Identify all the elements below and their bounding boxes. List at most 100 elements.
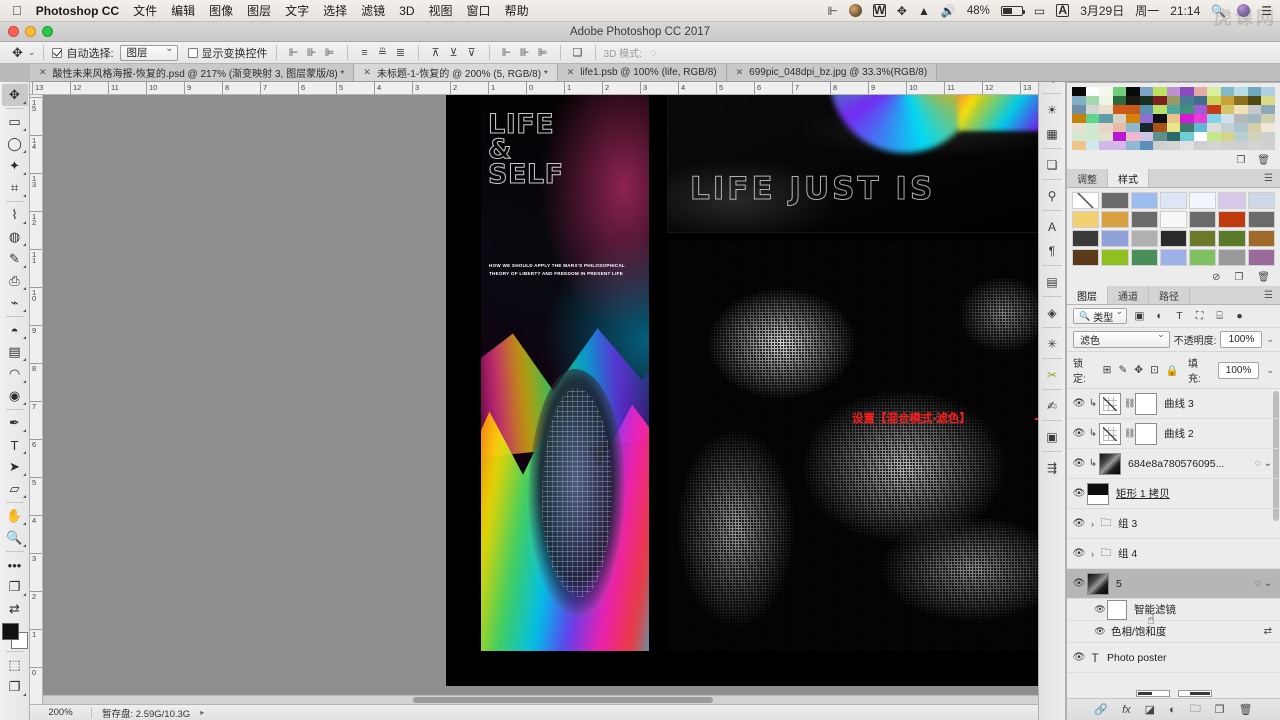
menu-help[interactable]: 帮助 <box>505 2 529 19</box>
color-swatch[interactable] <box>1099 132 1113 141</box>
color-swatch[interactable] <box>1234 114 1248 123</box>
color-swatch[interactable] <box>1085 114 1100 123</box>
color-swatch[interactable] <box>1234 87 1248 96</box>
color-swatch[interactable] <box>1180 132 1194 141</box>
layer-filter-kind-dropdown[interactable]: 🔍 类型 <box>1073 306 1127 324</box>
shape-tool[interactable]: ▱ <box>2 478 28 500</box>
fx-icon[interactable]: fx <box>1122 704 1131 716</box>
lock-artboard-icon[interactable]: ⊡ <box>1150 364 1159 376</box>
color-swatch[interactable] <box>1261 132 1275 141</box>
mask-link-icon[interactable]: ⛓ <box>1124 398 1135 409</box>
poster-left-artwork[interactable]: LIFE & SELF HOW WE SHOULD APPLY THE MARX… <box>481 95 649 651</box>
eyedropper-tool[interactable]: ⌇ <box>2 204 28 226</box>
color-swatch[interactable] <box>1153 105 1167 114</box>
color-swatch[interactable] <box>1153 132 1167 141</box>
document-tab[interactable]: ✕ 酸性未来风格海报-恢复的.psd @ 217% (渐变映射 3, 图层蒙版/… <box>30 64 355 81</box>
crop-tool[interactable]: ⌗ <box>2 177 28 199</box>
color-swatch[interactable] <box>1166 105 1181 114</box>
status-menu-chevron-icon[interactable]: ▸ <box>200 708 204 717</box>
swap-colors-icon[interactable]: ⇄ <box>2 598 28 620</box>
color-swatch[interactable] <box>1193 123 1208 132</box>
color-swatch[interactable] <box>1126 96 1140 105</box>
zoom-tool[interactable]: 🔍 <box>2 527 28 549</box>
color-swatch[interactable] <box>1153 87 1167 96</box>
clone-stamp-tool[interactable]: ⎙ <box>2 270 28 292</box>
canvas-horizontal-scrollbar[interactable] <box>43 695 1066 704</box>
document-tab[interactable]: ✕ life1.psb @ 100% (life, RGB/8) <box>557 64 727 81</box>
style-preset[interactable] <box>1101 192 1129 209</box>
layer-sub-row[interactable]: 👁 智能滤镜 <box>1067 599 1280 621</box>
distribute-bottom-icon[interactable]: ⊽ <box>464 45 480 61</box>
layer-visibility-icon[interactable]: 👁 <box>1071 652 1087 663</box>
new-style-icon[interactable]: ❐ <box>1234 272 1243 283</box>
distribute-horizontal-center-icon[interactable]: ⊪ <box>517 45 533 61</box>
character-rail-icon[interactable]: A <box>1040 215 1064 238</box>
color-swatch[interactable] <box>1193 96 1208 105</box>
color-swatch[interactable] <box>1207 132 1221 141</box>
shape-filter-icon[interactable]: ⛶ <box>1192 309 1207 324</box>
color-swatch[interactable] <box>1072 114 1086 123</box>
wechat-badge-icon[interactable]: W <box>872 4 886 17</box>
properties-rail-icon[interactable]: ⚲ <box>1040 184 1064 207</box>
layer-visibility-icon[interactable]: 👁 <box>1071 398 1087 409</box>
menu-edit[interactable]: 编辑 <box>171 2 195 19</box>
style-preset[interactable] <box>1101 211 1129 228</box>
color-swatch[interactable] <box>1193 87 1208 96</box>
style-preset[interactable] <box>1159 249 1188 266</box>
brushes-rail-icon[interactable]: ✍ <box>1040 394 1064 417</box>
auto-align-layers-icon[interactable]: ❑ <box>570 45 586 61</box>
quick-mask-icon[interactable]: ⬚ <box>2 654 28 676</box>
color-swatch[interactable] <box>1220 87 1235 96</box>
color-swatch[interactable] <box>1261 87 1275 96</box>
color-swatch[interactable] <box>1085 123 1100 132</box>
align-vertical-centers-icon[interactable]: ≞ <box>375 45 391 61</box>
color-swatch[interactable] <box>1126 141 1140 150</box>
color-swatch[interactable] <box>1126 87 1140 96</box>
link-layers-icon[interactable]: 🔗 <box>1094 703 1108 716</box>
color-swatch[interactable] <box>1207 123 1221 132</box>
distribute-right-icon[interactable]: ⊫ <box>535 45 551 61</box>
layer-thumbnail[interactable] <box>1099 452 1121 475</box>
hand-tool[interactable]: ✋ <box>2 505 28 527</box>
show-transform-checkbox-box[interactable] <box>187 47 198 58</box>
color-swatch[interactable] <box>1153 141 1167 150</box>
style-preset[interactable] <box>1247 211 1275 228</box>
color-swatch[interactable] <box>1247 105 1262 114</box>
style-preset[interactable] <box>1159 211 1188 228</box>
new-group-icon[interactable]: 🗀 <box>1190 700 1201 719</box>
color-swatch[interactable] <box>1072 87 1086 96</box>
color-swatch[interactable] <box>1166 141 1181 150</box>
opacity-chevron-icon[interactable]: ⌄ <box>1266 334 1274 345</box>
new-layer-icon[interactable]: ❐ <box>1215 703 1225 716</box>
color-swatch[interactable] <box>1112 123 1127 132</box>
align-top-edges-icon[interactable]: ≡ <box>357 45 373 61</box>
color-swatch[interactable] <box>1261 114 1275 123</box>
canvas-area[interactable]: LIFE & SELF HOW WE SHOULD APPLY THE MARX… <box>43 95 1066 704</box>
group-expand-chevron-icon[interactable]: › <box>1087 519 1098 529</box>
layer-visibility-icon[interactable]: 👁 <box>1093 604 1107 615</box>
lasso-tool[interactable]: ◯ <box>2 133 28 155</box>
color-swatch[interactable] <box>1112 141 1127 150</box>
history-brush-tool[interactable]: ⌁ <box>2 292 28 314</box>
brush-tool[interactable]: ✎ <box>2 248 28 270</box>
screen-mode-icon[interactable]: ❐ <box>2 676 28 698</box>
edit-toolbar[interactable]: ❐ <box>2 576 28 598</box>
style-preset[interactable] <box>1218 192 1246 209</box>
lock-all-icon[interactable]: 🔒 <box>1166 364 1179 377</box>
color-swatch[interactable] <box>1234 141 1248 150</box>
poster-bottom-right-artwork[interactable] <box>667 241 1049 651</box>
color-swatch[interactable] <box>1193 105 1208 114</box>
document-tab[interactable]: ✕ 699pic_048dpi_bz.jpg @ 33.3%(RGB/8) <box>726 64 938 81</box>
style-preset[interactable] <box>1218 249 1246 266</box>
color-swatch[interactable] <box>1126 105 1140 114</box>
notification-center-icon[interactable]: ☰ <box>1261 4 1272 18</box>
layer-row[interactable]: 👁 5 ◌ ⌄ <box>1067 569 1280 599</box>
layer-visibility-icon[interactable]: 👁 <box>1071 578 1087 589</box>
layer-comps-rail-icon[interactable]: ❏ <box>1040 153 1064 176</box>
color-swatch[interactable] <box>1261 141 1275 150</box>
mini-slider-a[interactable] <box>1135 689 1170 697</box>
smart-object-badge-icon[interactable]: ◌ ⌄ <box>1255 458 1276 469</box>
color-swatch[interactable] <box>1180 123 1194 132</box>
layer-row[interactable]: 👁 ↳ 684e8a780576095... ◌ ⌄ <box>1067 449 1280 479</box>
color-swatch[interactable] <box>1180 96 1194 105</box>
